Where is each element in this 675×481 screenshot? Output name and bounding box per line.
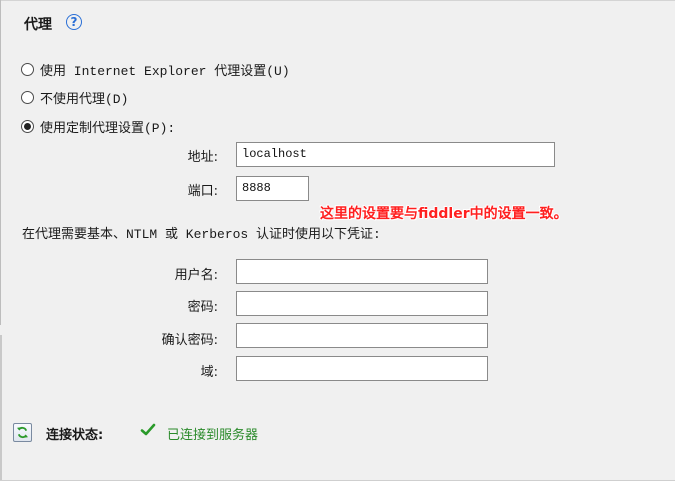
refresh-icon[interactable] bbox=[13, 423, 32, 442]
radio-button[interactable] bbox=[21, 63, 34, 76]
radio-use-ie-proxy[interactable]: 使用 Internet Explorer 代理设置(U) bbox=[21, 60, 290, 79]
radio-label: 使用 Internet Explorer 代理设置(U) bbox=[40, 64, 290, 79]
domain-input[interactable] bbox=[236, 356, 488, 381]
password-label: 密码: bbox=[187, 300, 218, 315]
radio-label: 不使用代理(D) bbox=[40, 92, 129, 107]
top-border bbox=[0, 0, 675, 1]
radio-button[interactable] bbox=[21, 91, 34, 104]
help-icon[interactable]: ? bbox=[66, 14, 82, 30]
radio-button-selected[interactable] bbox=[21, 120, 34, 133]
username-label: 用户名: bbox=[174, 268, 218, 283]
confirm-password-label: 确认密码: bbox=[161, 333, 218, 348]
address-input[interactable]: localhost bbox=[236, 142, 555, 167]
annotation-note: 这里的设置要与fiddler中的设置一致。 bbox=[320, 206, 568, 222]
radio-no-proxy[interactable]: 不使用代理(D) bbox=[21, 88, 128, 107]
connection-status-value: 已连接到服务器 bbox=[167, 428, 259, 443]
port-label: 端口: bbox=[187, 184, 218, 199]
port-input[interactable]: 8888 bbox=[236, 176, 309, 201]
username-input[interactable] bbox=[236, 259, 488, 284]
radio-label: 使用定制代理设置(P): bbox=[40, 121, 176, 136]
connection-status-label: 连接状态: bbox=[46, 428, 104, 443]
confirm-password-input[interactable] bbox=[236, 323, 488, 348]
radio-custom-proxy[interactable]: 使用定制代理设置(P): bbox=[21, 117, 175, 136]
left-border bbox=[0, 0, 1, 325]
password-input[interactable] bbox=[236, 291, 488, 316]
section-title: 代理 bbox=[24, 17, 52, 33]
left-border-lower bbox=[0, 335, 2, 481]
credentials-description: 在代理需要基本、NTLM 或 Kerberos 认证时使用以下凭证: bbox=[22, 227, 381, 242]
check-icon bbox=[140, 422, 156, 442]
address-label: 地址: bbox=[187, 150, 218, 165]
domain-label: 域: bbox=[200, 365, 218, 380]
